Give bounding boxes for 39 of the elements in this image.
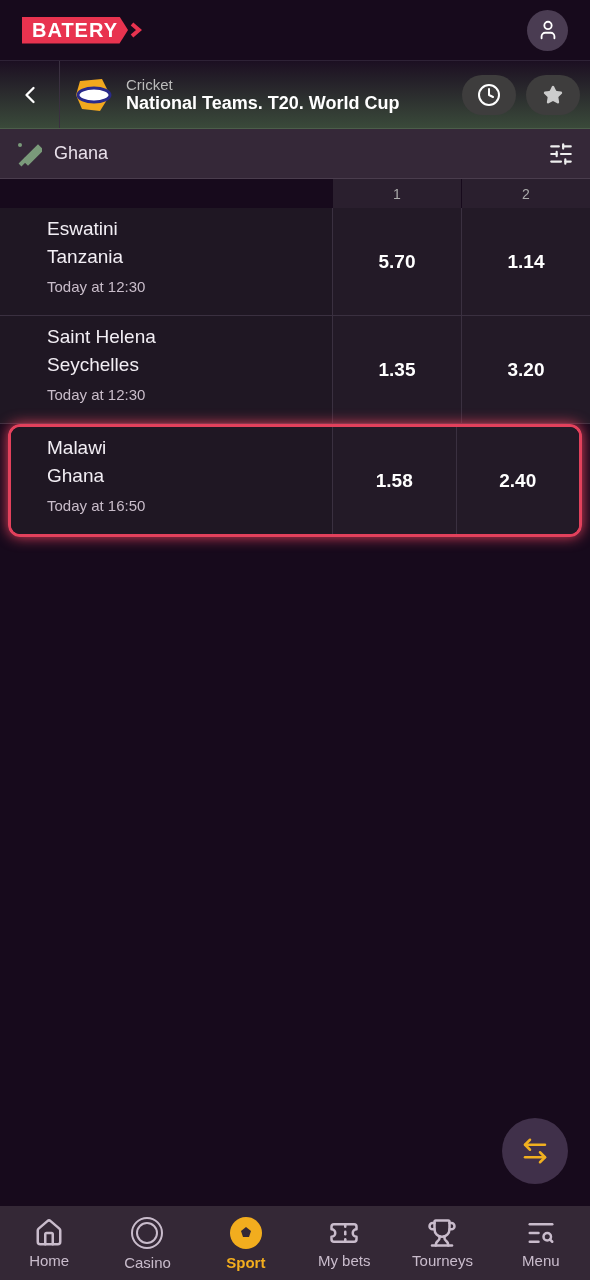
- nav-tab[interactable]: My bets: [295, 1206, 394, 1280]
- history-button[interactable]: [462, 74, 516, 115]
- odds-button[interactable]: 5.70: [332, 208, 461, 315]
- team-name: Ghana: [47, 465, 106, 487]
- nav-tab[interactable]: Sport: [196, 1206, 295, 1280]
- star-icon: [543, 84, 563, 105]
- nav-tab[interactable]: Casino: [98, 1206, 197, 1280]
- cricket-bat-icon: [16, 140, 42, 167]
- filter-settings-icon[interactable]: [548, 140, 574, 167]
- trophy-icon: [427, 1217, 458, 1248]
- team-name: Malawi: [47, 437, 108, 459]
- nav-tab[interactable]: Tourneys: [393, 1206, 492, 1280]
- nav-tab[interactable]: Menu: [491, 1206, 590, 1280]
- chip-icon: [130, 1215, 165, 1250]
- nav-tab[interactable]: Home: [0, 1206, 99, 1280]
- team-name: Tanzania: [47, 246, 125, 268]
- ball-icon: [228, 1215, 263, 1250]
- home-icon: [34, 1217, 65, 1248]
- column-header: 2: [461, 179, 590, 208]
- match-time: Today at 16:50: [47, 497, 147, 514]
- clock-icon: [477, 82, 501, 107]
- team-name: Saint Helena: [47, 326, 157, 348]
- odds-button[interactable]: 1.35: [332, 316, 461, 423]
- match-time: Today at 12:30: [47, 278, 147, 295]
- odds-button[interactable]: 3.20: [461, 316, 590, 423]
- profile-button[interactable]: [527, 9, 568, 51]
- match-time: Today at 12:30: [47, 386, 147, 403]
- odds-button[interactable]: 1.14: [461, 208, 590, 315]
- tournament-title: National Teams. T20. World Cup: [126, 92, 400, 114]
- column-header: 1: [332, 179, 461, 208]
- logo: BATERY: [22, 16, 128, 44]
- filter-label: Ghana: [54, 143, 110, 164]
- team-name: Seychelles: [47, 354, 140, 376]
- team-name: Eswatini: [47, 218, 119, 240]
- odds-button[interactable]: 1.58: [332, 427, 456, 534]
- sport-label: Cricket: [126, 75, 174, 93]
- odds-button[interactable]: 2.40: [455, 427, 579, 534]
- chevron-logo-icon: [130, 22, 142, 38]
- favorite-button[interactable]: [526, 74, 580, 115]
